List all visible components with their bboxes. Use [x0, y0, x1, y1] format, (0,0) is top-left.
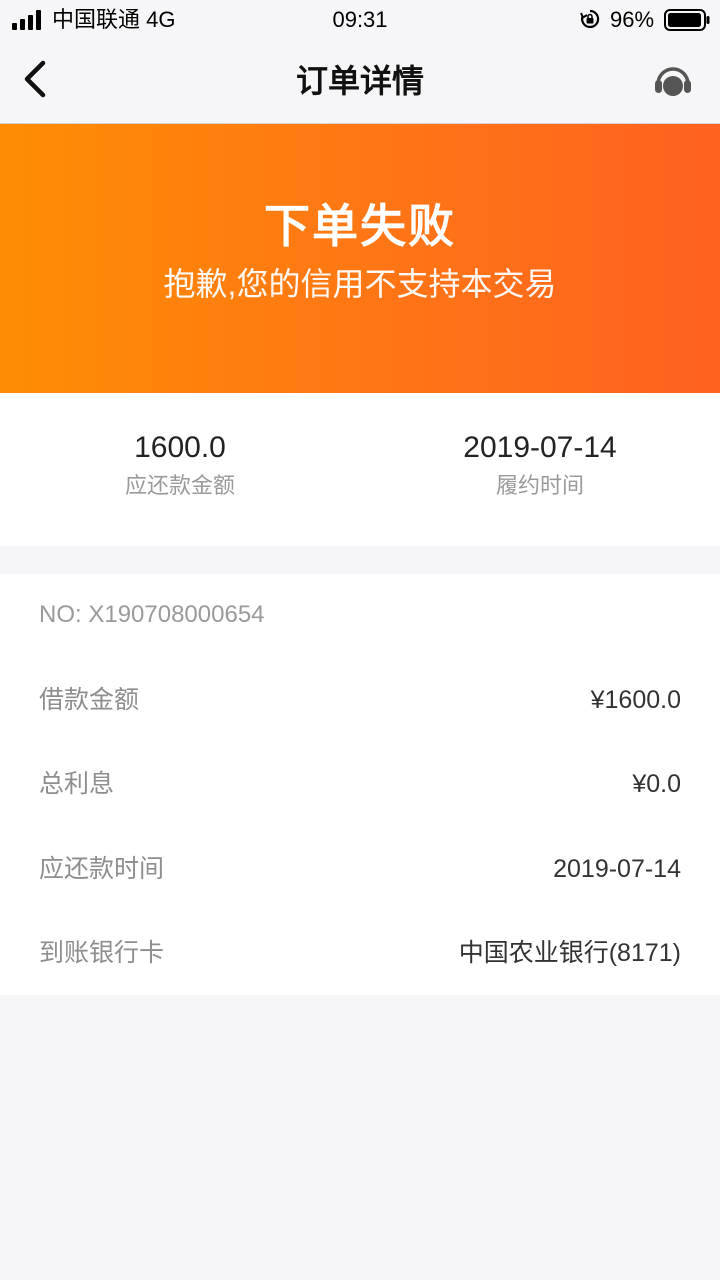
- date-summary: 2019-07-14 履约时间: [360, 429, 720, 501]
- detail-label: 总利息: [39, 770, 115, 798]
- banner-title: 下单失败: [264, 200, 456, 252]
- detail-row-bank-card: 到账银行卡 中国农业银行(8171): [0, 933, 720, 973]
- customer-service-button[interactable]: [652, 62, 694, 102]
- repayment-amount-label: 应还款金额: [124, 473, 235, 498]
- battery-icon: [664, 9, 710, 31]
- detail-label: 到账银行卡: [39, 939, 165, 967]
- battery-percent: 96%: [610, 7, 655, 32]
- detail-value: ¥1600.0: [590, 686, 681, 714]
- detail-value: ¥0.0: [632, 770, 681, 798]
- detail-row-loan-amount: 借款金额 ¥1600.0: [0, 680, 720, 720]
- status-bar: 中国联通 4G 09:31 96%: [0, 0, 720, 40]
- fulfillment-date-label: 履约时间: [495, 473, 584, 498]
- detail-row-total-interest: 总利息 ¥0.0: [0, 764, 720, 804]
- detail-label: 应还款时间: [39, 855, 165, 883]
- chevron-left-icon: [24, 60, 46, 98]
- fulfillment-date-value: 2019-07-14: [463, 431, 617, 464]
- detail-value: 中国农业银行(8171): [458, 939, 681, 967]
- page-title: 订单详情: [295, 63, 424, 99]
- banner-subtitle: 抱歉,您的信用不支持本交易: [163, 266, 557, 302]
- summary-card: 1600.0 应还款金额 2019-07-14 履约时间: [0, 393, 720, 546]
- repayment-amount-value: 1600.0: [134, 431, 226, 464]
- detail-label: 借款金额: [39, 686, 140, 714]
- detail-row-repayment-date: 应还款时间 2019-07-14: [0, 849, 720, 889]
- nav-bar: 订单详情: [0, 40, 720, 124]
- detail-value: 2019-07-14: [553, 855, 681, 883]
- rotation-lock-icon: [580, 9, 600, 29]
- order-details-card: NO: X190708000654 借款金额 ¥1600.0 总利息 ¥0.0 …: [0, 574, 720, 995]
- amount-summary: 1600.0 应还款金额: [0, 429, 360, 501]
- headset-icon: [655, 67, 691, 96]
- status-banner: 下单失败 抱歉,您的信用不支持本交易: [0, 124, 720, 393]
- back-button[interactable]: [14, 58, 58, 102]
- order-number: NO: X190708000654: [39, 601, 265, 628]
